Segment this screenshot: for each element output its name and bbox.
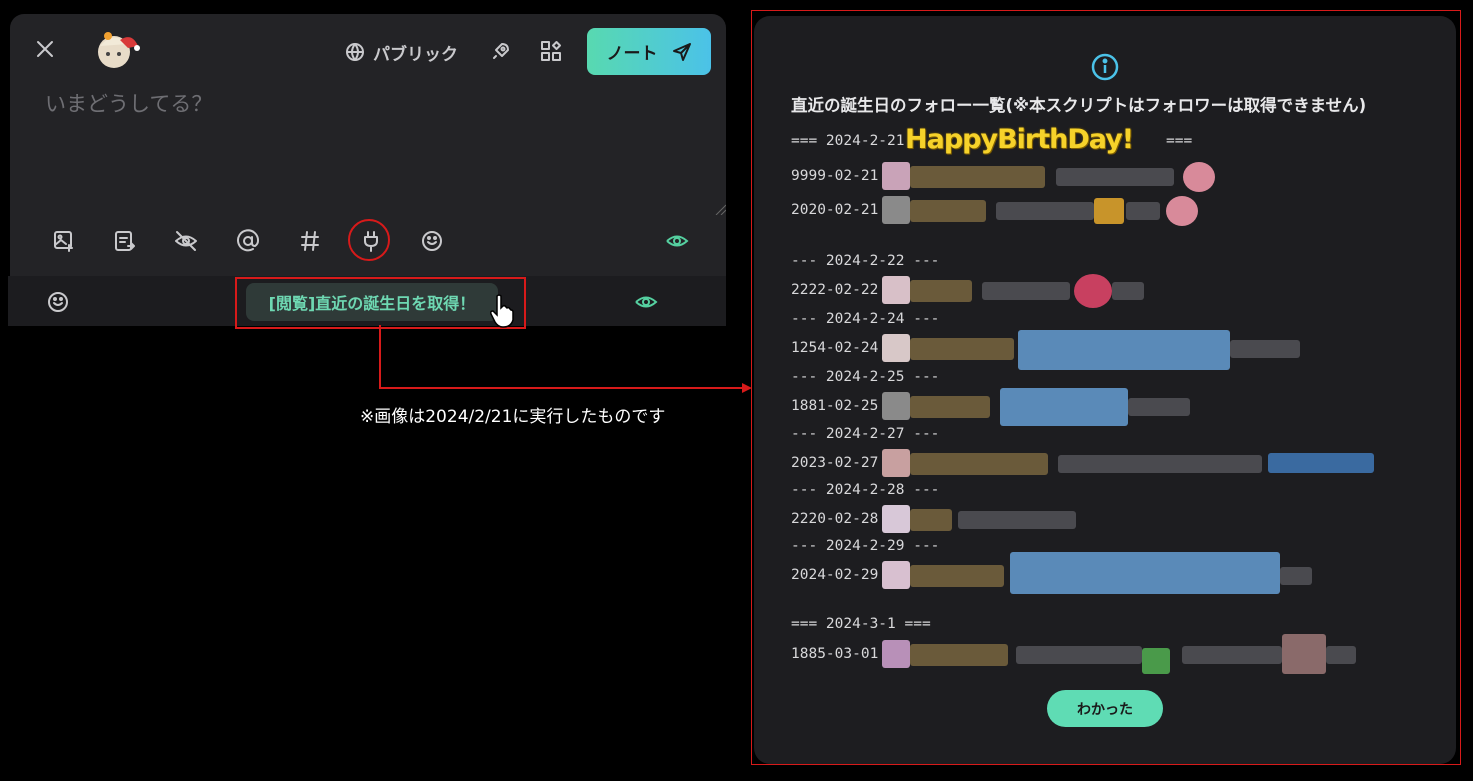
file-drive-icon[interactable]: [110, 226, 140, 256]
handle-blurred: [996, 202, 1094, 220]
username-blurred[interactable]: [910, 396, 990, 418]
handle-blurred: [1000, 388, 1128, 426]
date-header: --- 2024-2-28 ---: [791, 482, 940, 498]
handle-blurred: [1056, 168, 1174, 186]
visibility-selector[interactable]: パブリック: [345, 38, 458, 66]
dialog-title: 直近の誕生日のフォロー一覧(※本スクリプトはフォロワーは取得できません): [791, 96, 1367, 115]
eye-off-icon[interactable]: [171, 226, 201, 256]
visibility-label: パブリック: [373, 44, 458, 65]
username-blurred[interactable]: [910, 453, 1048, 475]
emoji-blurred: [1183, 162, 1215, 192]
handle-blurred: [1112, 282, 1144, 300]
ok-button[interactable]: わかった: [1047, 690, 1163, 727]
username-blurred[interactable]: [910, 280, 972, 302]
handle-blurred: [982, 282, 1070, 300]
emoji-blurred: [1282, 634, 1326, 674]
handle-blurred: [1016, 646, 1142, 664]
avatar-blurred[interactable]: [882, 392, 910, 420]
birthday-date: 9999-02-21: [791, 168, 879, 184]
birthday-date: 2222-02-22: [791, 282, 879, 298]
date-header-suffix: ===: [1166, 133, 1193, 149]
avatar-blurred[interactable]: [882, 334, 910, 362]
birthday-date: 1885-03-01: [791, 646, 879, 662]
avatar-blurred[interactable]: [882, 162, 910, 190]
date-header: --- 2024-2-22 ---: [791, 253, 940, 269]
username-blurred[interactable]: [910, 166, 1045, 188]
date-header: --- 2024-2-29 ---: [791, 538, 940, 554]
send-icon: [672, 42, 691, 61]
close-icon[interactable]: [34, 38, 56, 64]
birthday-date: 2023-02-27: [791, 455, 879, 471]
plugin-highlight-circle: [348, 219, 390, 261]
rocket-icon[interactable]: [490, 40, 512, 66]
username-blurred[interactable]: [910, 565, 1004, 587]
birthday-date: 2020-02-21: [791, 202, 879, 218]
handle-blurred: [1230, 340, 1300, 358]
avatar-blurred[interactable]: [882, 196, 910, 224]
happy-birthday-text: HappyBirthDay!: [905, 124, 1134, 155]
birthday-date: 2220-02-28: [791, 511, 879, 527]
date-header: --- 2024-2-24 ---: [791, 311, 940, 327]
date-header: --- 2024-2-27 ---: [791, 426, 940, 442]
date-header: === 2024-2-21: [791, 133, 905, 149]
handle-blurred: [958, 511, 1076, 529]
info-icon: [1090, 52, 1120, 86]
handle-blurred: [1126, 202, 1160, 220]
avatar[interactable]: [90, 28, 142, 72]
date-header: === 2024-3-1 ===: [791, 616, 931, 632]
handle-blurred: [1280, 567, 1312, 585]
username-blurred[interactable]: [910, 200, 986, 222]
execution-date-note: ※画像は2024/2/21に実行したものです: [360, 407, 666, 427]
handle-blurred: [1182, 646, 1282, 664]
avatar-blurred[interactable]: [882, 561, 910, 589]
emoji-icon-underlying[interactable]: [46, 290, 70, 318]
eye-icon-underlying[interactable]: [634, 290, 658, 318]
emoji-blurred: [1094, 198, 1124, 224]
username-blurred[interactable]: [910, 644, 1008, 666]
handle-blurred: [1018, 330, 1230, 370]
username-blurred[interactable]: [910, 509, 952, 531]
date-header: --- 2024-2-25 ---: [791, 369, 940, 385]
birthday-date: 1881-02-25: [791, 398, 879, 414]
widgets-icon[interactable]: [540, 40, 562, 66]
username-blurred[interactable]: [910, 338, 1014, 360]
emoji-icon[interactable]: [417, 226, 447, 256]
note-text-input[interactable]: いまどうしてる？: [45, 88, 212, 118]
avatar-blurred[interactable]: [882, 449, 910, 477]
emoji-blurred: [1166, 196, 1198, 226]
post-button-label: ノート: [606, 44, 658, 64]
emoji-blurred: [1074, 274, 1112, 308]
handle-blurred: [1128, 398, 1190, 416]
globe-icon: [346, 43, 364, 61]
post-button[interactable]: ノート: [587, 28, 711, 75]
hashtag-icon[interactable]: [295, 226, 325, 256]
avatar-blurred[interactable]: [882, 276, 910, 304]
resize-handle[interactable]: [714, 200, 727, 219]
preview-eye-icon[interactable]: [662, 226, 692, 256]
birthday-date: 1254-02-24: [791, 340, 879, 356]
avatar-blurred[interactable]: [882, 640, 910, 668]
birthday-date: 2024-02-29: [791, 567, 879, 583]
handle-blurred: [1268, 453, 1374, 473]
mention-icon[interactable]: [233, 226, 263, 256]
handle-blurred: [1010, 552, 1280, 594]
annotation-arrow: [379, 325, 752, 393]
image-upload-icon[interactable]: [49, 226, 79, 256]
emoji-blurred: [1142, 648, 1170, 674]
avatar-blurred[interactable]: [882, 505, 910, 533]
handle-blurred: [1326, 646, 1356, 664]
handle-blurred: [1058, 455, 1262, 473]
